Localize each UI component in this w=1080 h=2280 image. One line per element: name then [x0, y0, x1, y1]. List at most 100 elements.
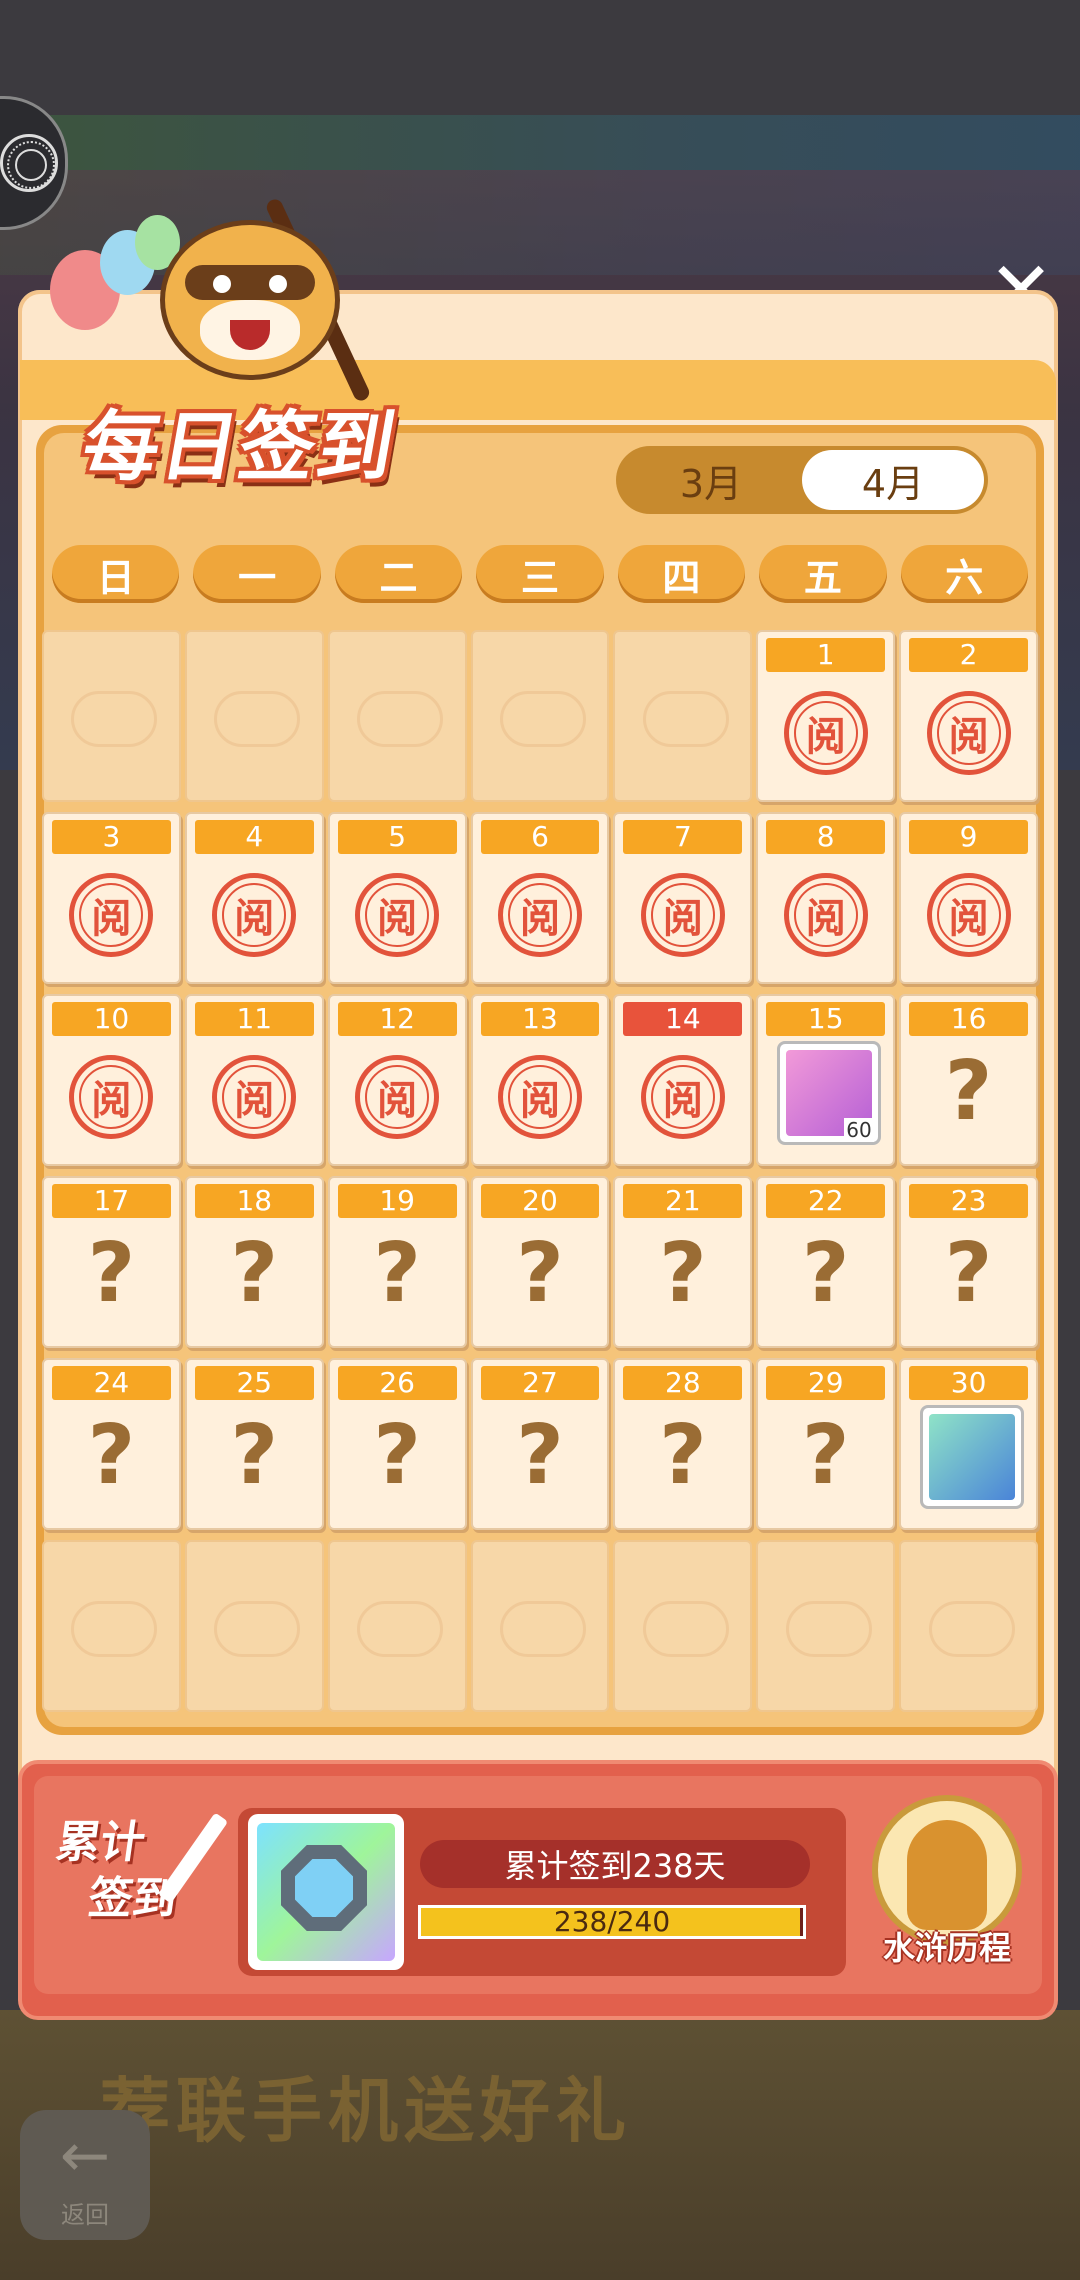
calendar-day-cell[interactable]: 25? [184, 1358, 324, 1530]
raccoon-watermark-icon [71, 1601, 158, 1657]
day-number: 5 [337, 820, 457, 854]
calendar-cell-empty [184, 630, 324, 802]
calendar-day-cell[interactable]: 10 阅 [42, 994, 181, 1166]
calendar-day-cell[interactable]: 2阅 [899, 630, 1038, 802]
day-number: 12 [337, 1002, 457, 1036]
day-number: 6 [480, 820, 600, 854]
calendar-day-cell[interactable]: 15 60 [756, 994, 896, 1166]
question-mark-icon: ? [659, 1226, 707, 1321]
calendar-day-cell[interactable]: 4阅 [184, 812, 324, 984]
raccoon-mask [185, 265, 315, 300]
calendar-day-cell[interactable]: 12 阅 [327, 994, 467, 1166]
calendar-day-cell[interactable]: 21? [613, 1176, 753, 1348]
question-mark-icon: ? [801, 1408, 850, 1503]
calendar-cell-empty [42, 1540, 181, 1712]
day-number: 30 [909, 1366, 1028, 1400]
calendar-day-cell[interactable]: 17? [42, 1176, 181, 1348]
day-number: 4 [194, 820, 314, 854]
history-button[interactable]: 水浒历程 [862, 1795, 1032, 1980]
day-number: 28 [623, 1366, 743, 1400]
calendar-day-cell[interactable]: 7阅 [613, 812, 753, 984]
calendar-day-cell[interactable]: 20? [470, 1176, 610, 1348]
raccoon-watermark-icon [214, 691, 301, 747]
energy-tube-icon[interactable] [919, 1405, 1024, 1510]
background-back-button: ← 返回 [20, 2110, 150, 2240]
question-mark-icon: ? [801, 1226, 850, 1321]
day-number: 17 [52, 1184, 171, 1218]
question-mark-icon: ? [659, 1408, 707, 1503]
calendar-day-cell[interactable]: 9阅 [899, 812, 1038, 984]
weekday-fri: 五 [759, 545, 887, 603]
day-number: 24 [52, 1366, 171, 1400]
calendar-day-cell[interactable]: 29? [756, 1358, 896, 1530]
tab-march[interactable]: 3月 [620, 450, 802, 510]
day-number: 18 [194, 1184, 314, 1218]
raccoon-watermark-icon [357, 691, 444, 747]
raccoon-watermark-icon [928, 1601, 1015, 1657]
calendar-day-cell[interactable]: 1阅 [756, 630, 896, 802]
day-number: 11 [194, 1002, 314, 1036]
read-stamp-icon: 阅 [640, 872, 725, 957]
day-number: 15 [766, 1002, 886, 1036]
calendar-day-cell[interactable]: 6阅 [470, 812, 610, 984]
raccoon-eye [213, 275, 231, 293]
calendar-day-cell[interactable]: 26? [327, 1358, 467, 1530]
reward-quantity: 60 [844, 1118, 874, 1143]
weekday-header: 日 一 二 三 四 五 六 [52, 545, 1028, 605]
raccoon-watermark-icon [642, 691, 729, 747]
calendar-day-cell[interactable]: 11 阅 [184, 994, 324, 1166]
weekday-tue: 二 [334, 545, 463, 603]
calendar-day-cell[interactable]: 18? [184, 1176, 324, 1348]
raccoon-mouth [230, 320, 270, 350]
history-label: 水浒历程 [882, 1929, 1011, 1967]
calendar-cell-empty [756, 1540, 896, 1712]
tab-april[interactable]: 4月 [802, 450, 984, 510]
calendar-grid: 1 阅 2 阅 3 阅 4 阅 5 阅 6 阅 7 阅 8 阅 9 阅 10 阅 11 阅 12 阅 13 阅 14 阅 15 60 16?… [42, 630, 1038, 1725]
read-stamp-icon: 阅 [69, 1054, 154, 1139]
raccoon-watermark-icon [785, 1601, 872, 1657]
calendar-day-cell[interactable]: 8阅 [756, 812, 896, 984]
day-number: 25 [194, 1366, 314, 1400]
read-stamp-icon: 阅 [926, 872, 1011, 957]
background-banner-text: 荐联手机送好礼 [100, 2070, 632, 2152]
calendar-cell-empty [184, 1540, 324, 1712]
calendar-day-cell[interactable]: 22? [756, 1176, 896, 1348]
read-stamp-icon: 阅 [497, 1054, 582, 1139]
calendar-day-cell[interactable]: 16? [899, 994, 1038, 1166]
calendar-day-cell[interactable]: 3阅 [42, 812, 181, 984]
calendar-cell-empty [327, 630, 467, 802]
ticket-icon[interactable]: 60 [776, 1041, 881, 1146]
read-stamp-icon: 阅 [783, 872, 868, 957]
calendar-day-cell[interactable]: 19? [327, 1176, 467, 1348]
read-stamp-icon: 阅 [355, 872, 440, 957]
question-mark-icon: ? [516, 1408, 564, 1503]
read-stamp-icon: 阅 [640, 1054, 725, 1139]
calendar-day-cell[interactable]: 23? [899, 1176, 1038, 1348]
crystal-gem-icon[interactable] [248, 1814, 404, 1970]
raccoon-watermark-icon [642, 1601, 729, 1657]
calendar-day-cell[interactable]: 24? [42, 1358, 181, 1530]
read-stamp-icon: 阅 [497, 872, 582, 957]
month-switch[interactable]: 3月 4月 [616, 446, 988, 514]
day-number: 19 [337, 1184, 457, 1218]
calendar-cell-empty [613, 1540, 753, 1712]
question-mark-icon: ? [944, 1044, 993, 1139]
calendar-day-cell[interactable]: 5阅 [327, 812, 467, 984]
raccoon-watermark-icon [71, 691, 158, 747]
weekday-sat: 六 [900, 545, 1028, 603]
calendar-day-cell[interactable]: 14 阅 [613, 994, 753, 1166]
calendar-cell-empty [470, 630, 610, 802]
calendar-day-cell[interactable]: 13 阅 [470, 994, 610, 1166]
cumulative-progress-bar: 238/240 [418, 1905, 806, 1939]
question-mark-icon: ? [87, 1408, 136, 1503]
day-number: 21 [623, 1184, 743, 1218]
back-arrow-icon: ← [59, 2120, 111, 2191]
day-number: 20 [480, 1184, 600, 1218]
calendar-day-cell[interactable]: 28? [613, 1358, 753, 1530]
question-mark-icon: ? [230, 1226, 279, 1321]
question-mark-icon: ? [230, 1408, 279, 1503]
raccoon-watermark-icon [499, 691, 586, 747]
calendar-day-cell[interactable]: 27? [470, 1358, 610, 1530]
calendar-day-cell[interactable]: 30 [899, 1358, 1038, 1530]
question-mark-icon: ? [516, 1226, 564, 1321]
